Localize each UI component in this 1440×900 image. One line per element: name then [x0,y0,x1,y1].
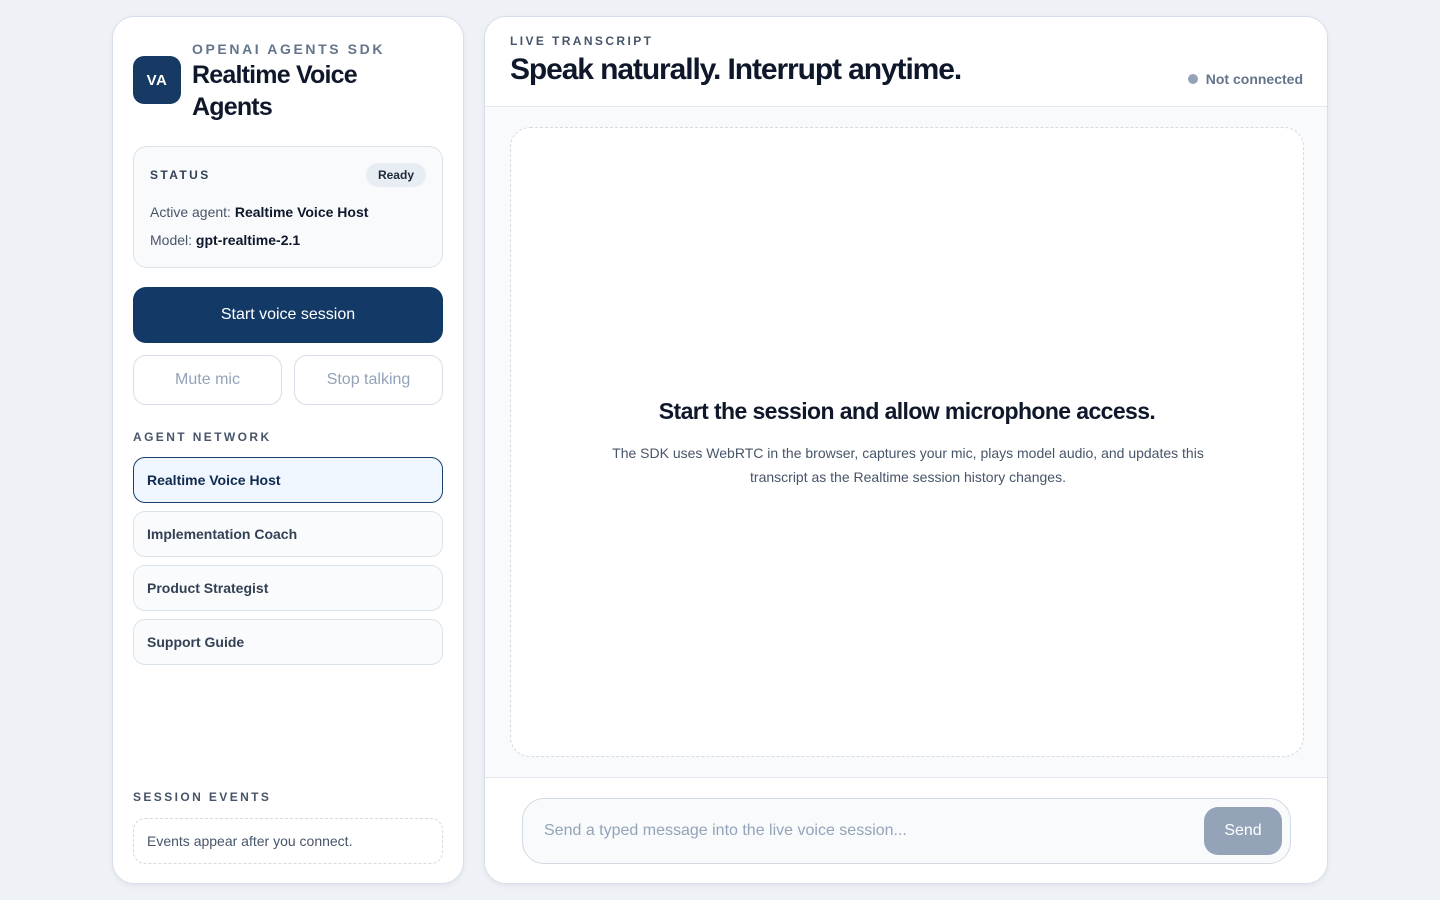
transcript-eyebrow: LIVE TRANSCRIPT [510,34,654,48]
agent-item-support-guide[interactable]: Support Guide [133,619,443,665]
page-title: Speak naturally. Interrupt anytime. [510,53,962,86]
connection-status-text: Not connected [1205,71,1303,87]
model-label: Model: [150,232,193,248]
app-title: Realtime Voice Agents [192,61,358,121]
status-dot-icon [1187,74,1198,84]
transcript-header: LIVE TRANSCRIPT Speak naturally. Interru… [485,17,1327,107]
model-line: Model: gpt-realtime-2.1 [150,232,300,248]
stop-talking-button[interactable]: Stop talking [294,355,443,405]
transcript-list[interactable]: Start the session and allow microphone a… [510,127,1304,757]
status-badge: Ready [365,163,426,187]
model-value: gpt-realtime-2.1 [195,232,301,248]
composer: Send [485,777,1327,883]
active-agent-line: Active agent: Realtime Voice Host [150,204,368,220]
brand-header: VA OPENAI AGENTS SDK Realtime Voice Agen… [133,39,445,139]
start-voice-session-button[interactable]: Start voice session [133,287,443,343]
session-events-label: SESSION EVENTS [133,790,272,804]
agent-item-product-strategist[interactable]: Product Strategist [133,565,443,611]
status-label: STATUS [150,168,211,182]
agent-item-implementation-coach[interactable]: Implementation Coach [133,511,443,557]
composer-box: Send [522,798,1291,864]
empty-state-description: The SDK uses WebRTC in the browser, capt… [612,445,1204,485]
active-agent-value: Realtime Voice Host [234,204,369,220]
agent-item-realtime-voice-host[interactable]: Realtime Voice Host [133,457,443,503]
send-button[interactable]: Send [1204,807,1282,855]
session-events-log: Events appear after you connect. [133,818,443,864]
empty-state-title: Start the session and allow microphone a… [658,398,1156,424]
active-agent-label: Active agent: [150,204,231,220]
mute-mic-button[interactable]: Mute mic [133,355,282,405]
status-card: STATUS Ready Active agent: Realtime Voic… [133,146,443,268]
transcript-area: Start the session and allow microphone a… [485,107,1327,777]
brand-logo: VA [133,56,181,104]
message-input[interactable] [524,800,1194,862]
connection-status: Not connected [1187,71,1303,87]
brand-eyebrow: OPENAI AGENTS SDK [192,41,386,57]
transcript-panel: LIVE TRANSCRIPT Speak naturally. Interru… [484,16,1328,884]
agent-network-label: AGENT NETWORK [133,430,272,444]
sidebar: VA OPENAI AGENTS SDK Realtime Voice Agen… [112,16,464,884]
